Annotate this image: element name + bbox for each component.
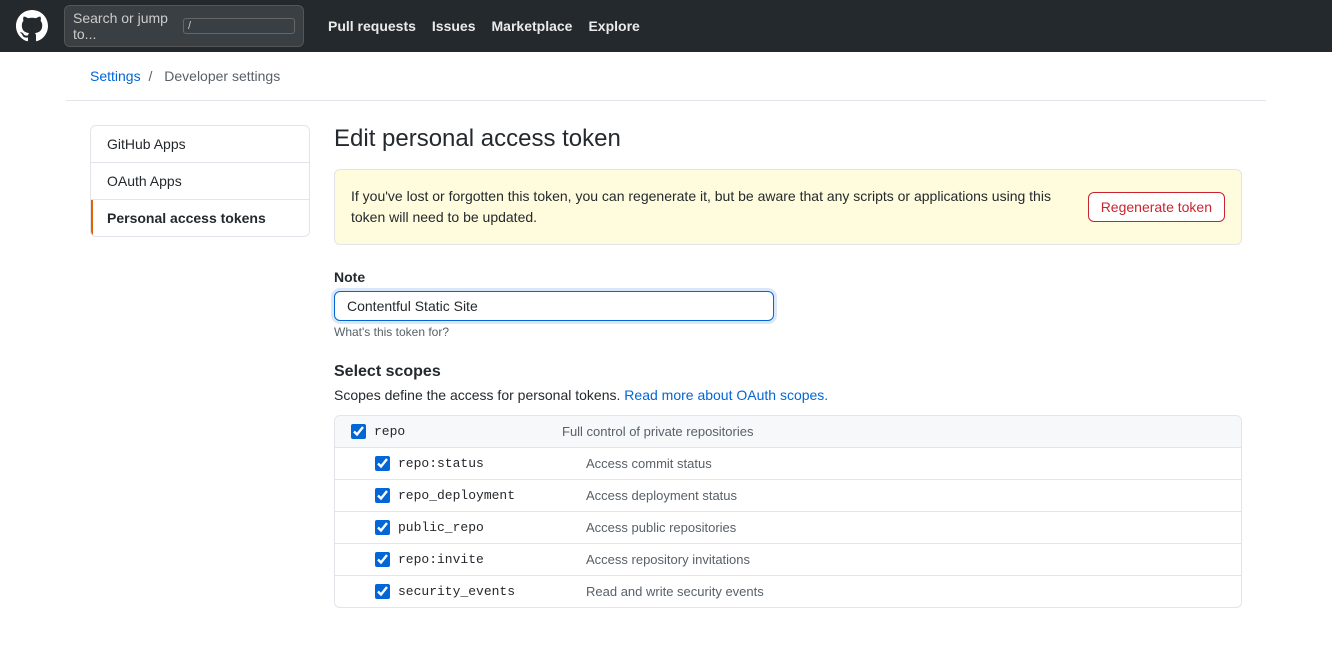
note-hint: What's this token for? — [334, 325, 1242, 339]
scope-name-repo-status: repo:status — [398, 456, 578, 471]
scope-desc-repo-invite: Access repository invitations — [586, 552, 750, 567]
scope-checkbox-repo-invite[interactable] — [375, 552, 390, 567]
warning-box: If you've lost or forgotten this token, … — [334, 169, 1242, 245]
page-title: Edit personal access token — [334, 125, 1242, 153]
search-placeholder: Search or jump to... — [73, 10, 175, 42]
scope-desc-security-events: Read and write security events — [586, 584, 764, 599]
nav-pull-requests[interactable]: Pull requests — [328, 18, 416, 34]
nav-links: Pull requests Issues Marketplace Explore — [328, 18, 640, 34]
scope-row-public-repo: public_repo Access public repositories — [335, 512, 1241, 544]
sidebar-item-personal-tokens[interactable]: Personal access tokens — [91, 200, 309, 236]
nav-issues[interactable]: Issues — [432, 18, 476, 34]
breadcrumb: Settings / Developer settings — [66, 52, 1266, 101]
top-nav: Search or jump to... / Pull requests Iss… — [0, 0, 1332, 52]
breadcrumb-separator: / — [148, 68, 156, 84]
scope-row-repo-invite: repo:invite Access repository invitation… — [335, 544, 1241, 576]
scope-name-repo-invite: repo:invite — [398, 552, 578, 567]
scopes-section: Select scopes Scopes define the access f… — [334, 363, 1242, 608]
scope-checkbox-repo[interactable] — [351, 424, 366, 439]
scope-checkbox-repo-deployment[interactable] — [375, 488, 390, 503]
breadcrumb-current: Developer settings — [164, 68, 280, 84]
scope-row-repo-deployment: repo_deployment Access deployment status — [335, 480, 1241, 512]
scope-desc-repo: Full control of private repositories — [562, 424, 753, 439]
scope-name-repo-deployment: repo_deployment — [398, 488, 578, 503]
main-content: Edit personal access token If you've los… — [334, 125, 1242, 632]
scopes-title: Select scopes — [334, 363, 1242, 381]
scope-checkbox-repo-status[interactable] — [375, 456, 390, 471]
scope-name-security-events: security_events — [398, 584, 578, 599]
scope-checkbox-security-events[interactable] — [375, 584, 390, 599]
warning-text: If you've lost or forgotten this token, … — [351, 186, 1072, 228]
regenerate-token-button[interactable]: Regenerate token — [1088, 192, 1225, 222]
scope-desc-repo-status: Access commit status — [586, 456, 712, 471]
scopes-desc: Scopes define the access for personal to… — [334, 387, 1242, 403]
search-box[interactable]: Search or jump to... / — [64, 5, 304, 47]
scope-desc-repo-deployment: Access deployment status — [586, 488, 737, 503]
scopes-link[interactable]: Read more about OAuth scopes. — [624, 387, 828, 403]
breadcrumb-settings[interactable]: Settings — [90, 68, 141, 84]
sidebar: GitHub Apps OAuth Apps Personal access t… — [90, 125, 310, 632]
sidebar-item-github-apps[interactable]: GitHub Apps — [91, 126, 309, 163]
scopes-table: repo Full control of private repositorie… — [334, 415, 1242, 608]
sidebar-nav: GitHub Apps OAuth Apps Personal access t… — [90, 125, 310, 237]
scope-row-security-events: security_events Read and write security … — [335, 576, 1241, 607]
scope-name-public-repo: public_repo — [398, 520, 578, 535]
nav-marketplace[interactable]: Marketplace — [492, 18, 573, 34]
main-layout: GitHub Apps OAuth Apps Personal access t… — [66, 101, 1266, 656]
note-section: Note What's this token for? — [334, 269, 1242, 339]
scope-checkbox-public-repo[interactable] — [375, 520, 390, 535]
note-label: Note — [334, 269, 1242, 285]
scope-row-repo-status: repo:status Access commit status — [335, 448, 1241, 480]
nav-explore[interactable]: Explore — [588, 18, 639, 34]
search-shortcut: / — [183, 18, 295, 34]
note-input[interactable] — [334, 291, 774, 321]
sidebar-item-oauth-apps[interactable]: OAuth Apps — [91, 163, 309, 200]
scope-desc-public-repo: Access public repositories — [586, 520, 736, 535]
scope-row-repo: repo Full control of private repositorie… — [335, 416, 1241, 448]
scope-name-repo: repo — [374, 424, 554, 439]
github-logo[interactable] — [16, 10, 48, 42]
